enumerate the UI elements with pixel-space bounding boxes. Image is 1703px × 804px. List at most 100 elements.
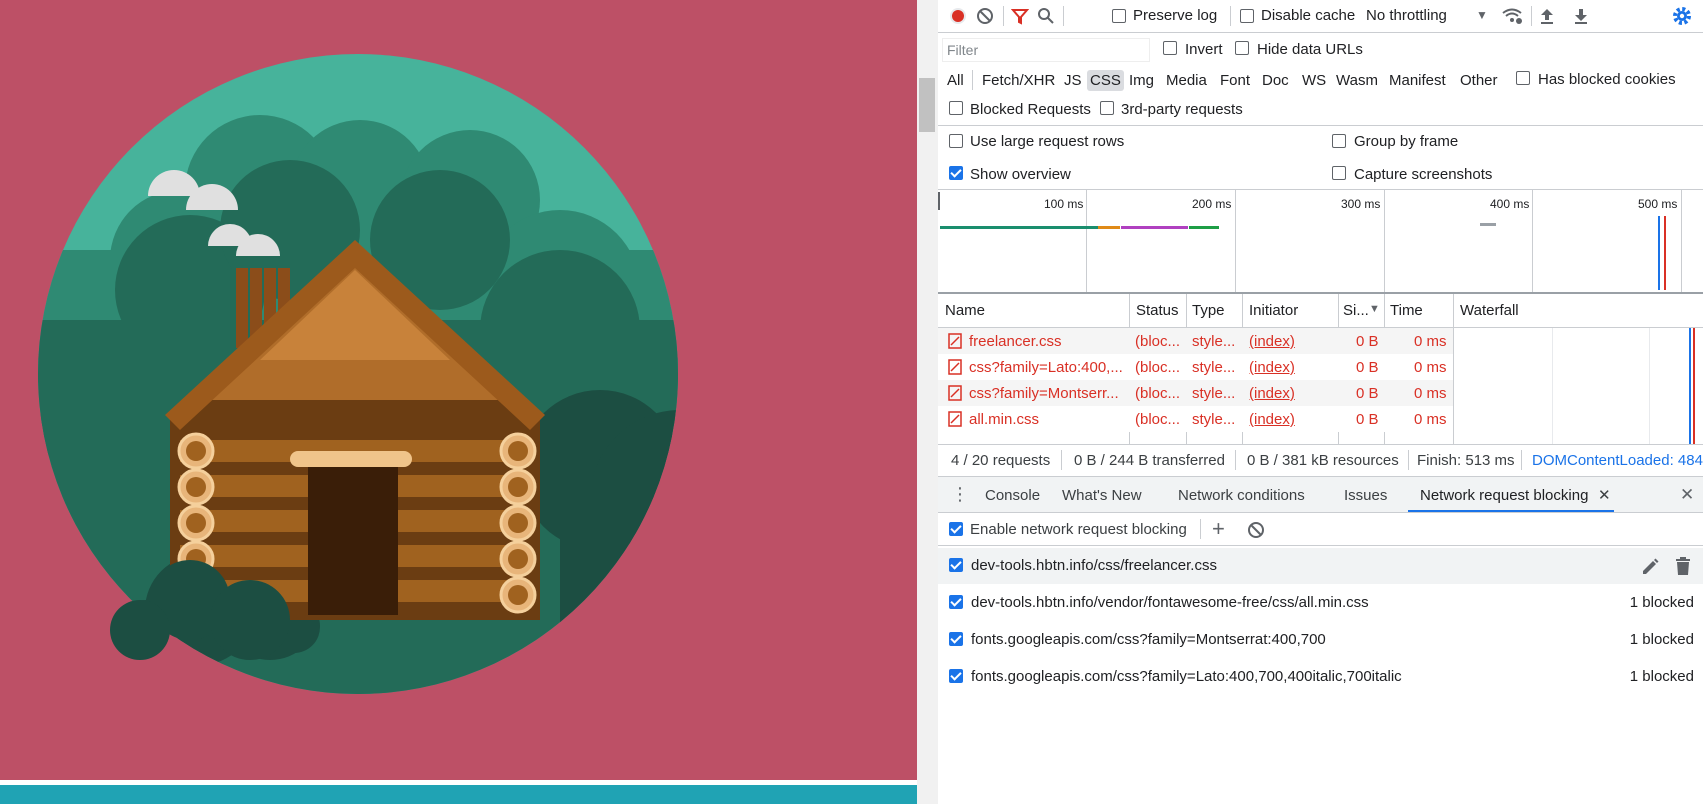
filter-icon[interactable] — [1011, 7, 1029, 25]
col-status[interactable]: Status — [1136, 302, 1179, 319]
overview-tick-400: 400 ms — [1490, 197, 1530, 211]
tab-whats-new[interactable]: What's New — [1062, 487, 1142, 504]
rule-checkbox[interactable] — [949, 669, 963, 683]
large-rows-checkbox[interactable] — [949, 134, 963, 148]
type-filter-js[interactable]: JS — [1064, 72, 1082, 89]
blocking-rule[interactable]: fonts.googleapis.com/css?family=Montserr… — [938, 622, 1703, 658]
row-initiator[interactable]: (index) — [1249, 333, 1295, 350]
row-size: 0 B — [1356, 385, 1379, 402]
type-filter-manifest[interactable]: Manifest — [1389, 72, 1446, 89]
col-initiator[interactable]: Initiator — [1249, 302, 1298, 319]
settings-icon[interactable] — [1672, 6, 1692, 26]
status-resources: 0 B / 381 kB resources — [1247, 452, 1399, 469]
delete-icon[interactable] — [1674, 556, 1692, 576]
chevron-down-icon[interactable]: ▼ — [1476, 8, 1488, 22]
third-party-label: 3rd-party requests — [1121, 101, 1243, 118]
blocked-requests-checkbox[interactable] — [949, 101, 963, 115]
record-icon[interactable] — [948, 6, 968, 26]
row-size: 0 B — [1356, 359, 1379, 376]
row-time: 0 ms — [1414, 333, 1447, 350]
overview-tick-200: 200 ms — [1192, 197, 1232, 211]
col-size[interactable]: Si... — [1343, 302, 1369, 319]
close-drawer-icon[interactable]: ✕ — [1680, 485, 1694, 505]
clear-icon[interactable] — [976, 7, 994, 25]
disable-cache-checkbox[interactable] — [1240, 9, 1254, 23]
row-initiator[interactable]: (index) — [1249, 359, 1295, 376]
type-filter-img[interactable]: Img — [1129, 72, 1154, 89]
download-icon[interactable] — [1572, 7, 1590, 25]
tab-issues[interactable]: Issues — [1344, 487, 1387, 504]
overview-tick-500: 500 ms — [1638, 197, 1678, 211]
col-waterfall[interactable]: Waterfall — [1460, 302, 1519, 319]
row-size: 0 B — [1356, 333, 1379, 350]
type-filter-other[interactable]: Other — [1460, 72, 1498, 89]
has-blocked-cookies-label: Has blocked cookies — [1538, 71, 1676, 88]
more-icon[interactable]: ⋮ — [951, 484, 969, 505]
overview-tick-100: 100 ms — [1044, 197, 1084, 211]
row-status: (bloc... — [1135, 411, 1181, 428]
hide-data-urls-checkbox[interactable] — [1235, 41, 1249, 55]
block-icon[interactable] — [1247, 521, 1265, 539]
rule-checkbox[interactable] — [949, 632, 963, 646]
online-icon[interactable] — [1501, 7, 1523, 25]
close-tab-icon[interactable]: ✕ — [1598, 486, 1611, 504]
upload-icon[interactable] — [1538, 7, 1556, 25]
row-name[interactable]: freelancer.css — [969, 333, 1062, 350]
row-type: style... — [1192, 385, 1236, 402]
large-rows-label: Use large request rows — [970, 133, 1125, 150]
group-by-frame-label: Group by frame — [1354, 133, 1459, 150]
waterfall-load-line — [1693, 328, 1695, 444]
filter-placeholder: Filter — [947, 42, 979, 58]
enable-blocking-label: Enable network request blocking — [970, 521, 1187, 538]
has-blocked-cookies-checkbox[interactable] — [1516, 71, 1530, 85]
rule-blocked-count: 1 blocked — [1629, 594, 1694, 611]
tab-network-conditions[interactable]: Network conditions — [1178, 487, 1305, 504]
type-filter-ws[interactable]: WS — [1302, 72, 1326, 89]
invert-checkbox[interactable] — [1163, 41, 1177, 55]
type-filter-css[interactable]: CSS — [1087, 70, 1124, 91]
row-type: style... — [1192, 359, 1236, 376]
row-status: (bloc... — [1135, 385, 1181, 402]
preserve-log-checkbox[interactable] — [1112, 9, 1126, 23]
third-party-checkbox[interactable] — [1100, 101, 1114, 115]
blocking-rule[interactable]: dev-tools.hbtn.info/vendor/fontawesome-f… — [938, 585, 1703, 621]
type-filter-media[interactable]: Media — [1166, 72, 1207, 89]
page-footer-band — [0, 785, 917, 804]
rule-checkbox[interactable] — [949, 558, 963, 572]
enable-blocking-checkbox[interactable] — [949, 522, 963, 536]
show-overview-checkbox[interactable] — [949, 166, 963, 180]
rule-checkbox[interactable] — [949, 595, 963, 609]
group-by-frame-checkbox[interactable] — [1332, 134, 1346, 148]
invert-label: Invert — [1185, 41, 1223, 58]
rule-pattern: dev-tools.hbtn.info/css/freelancer.css — [971, 557, 1217, 574]
throttling-select[interactable]: No throttling — [1366, 7, 1447, 24]
blocking-rule[interactable]: dev-tools.hbtn.info/css/freelancer.css — [938, 548, 1703, 584]
search-icon[interactable] — [1037, 7, 1055, 25]
row-name[interactable]: all.min.css — [969, 411, 1039, 428]
type-filter-wasm[interactable]: Wasm — [1336, 72, 1378, 89]
capture-screenshots-checkbox[interactable] — [1332, 166, 1346, 180]
col-name[interactable]: Name — [945, 302, 985, 319]
col-type[interactable]: Type — [1192, 302, 1225, 319]
type-filter-fetch-xhr[interactable]: Fetch/XHR — [982, 72, 1055, 89]
col-time[interactable]: Time — [1390, 302, 1423, 319]
blocked-file-icon — [948, 333, 962, 349]
add-icon[interactable]: + — [1212, 516, 1225, 542]
edit-icon[interactable] — [1640, 556, 1660, 576]
scrollbar-thumb[interactable] — [919, 78, 935, 132]
blocking-rule[interactable]: fonts.googleapis.com/css?family=Lato:400… — [938, 659, 1703, 695]
sort-desc-icon: ▼ — [1369, 303, 1380, 315]
overview-tick-300: 300 ms — [1341, 197, 1381, 211]
row-initiator[interactable]: (index) — [1249, 411, 1295, 428]
type-filter-all[interactable]: All — [947, 72, 964, 89]
row-name[interactable]: css?family=Montserr... — [969, 385, 1119, 402]
type-filter-font[interactable]: Font — [1220, 72, 1250, 89]
row-initiator[interactable]: (index) — [1249, 385, 1295, 402]
preserve-log-label: Preserve log — [1133, 7, 1218, 24]
tab-console[interactable]: Console — [985, 487, 1040, 504]
rule-pattern: fonts.googleapis.com/css?family=Lato:400… — [971, 668, 1402, 685]
blocked-file-icon — [948, 359, 962, 375]
type-filter-doc[interactable]: Doc — [1262, 72, 1289, 89]
row-name[interactable]: css?family=Lato:400,... — [969, 359, 1123, 376]
tab-network-request-blocking[interactable]: Network request blocking — [1420, 487, 1588, 504]
